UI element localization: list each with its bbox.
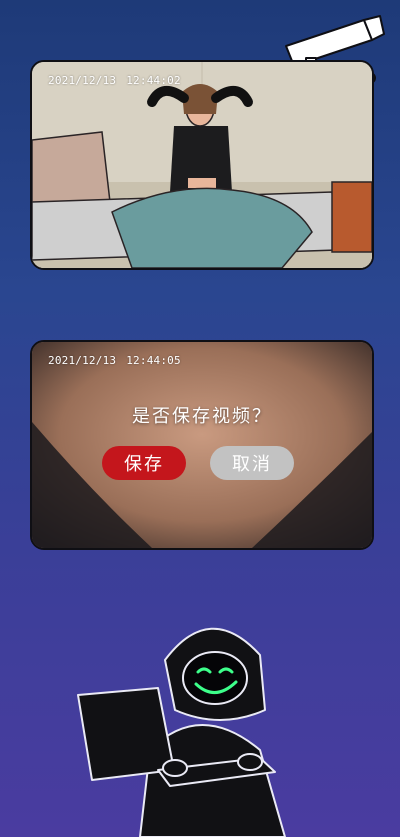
cctv-frame-top: 2021/12/13 12:44:02	[30, 60, 374, 270]
save-video-prompt: 是否保存视频？	[132, 406, 272, 427]
timestamp-date: 2021/12/13	[48, 74, 117, 87]
blurred-scene	[32, 342, 372, 548]
timestamp-top: 2021/12/13 12:44:02	[48, 74, 191, 87]
cctv-frame-bottom: 2021/12/13 12:44:05 是否保存视频？ 保存 取消	[30, 340, 374, 550]
timestamp-time: 12:44:05	[126, 354, 181, 367]
timestamp-date: 2021/12/13	[48, 354, 117, 367]
save-button[interactable]: 保存	[102, 446, 186, 480]
timestamp-time: 12:44:02	[126, 74, 181, 87]
cancel-button[interactable]: 取消	[210, 446, 294, 480]
timestamp-bottom: 2021/12/13 12:44:05	[48, 354, 191, 367]
bedroom-scene	[32, 62, 372, 268]
hacker-illustration	[77, 627, 286, 837]
